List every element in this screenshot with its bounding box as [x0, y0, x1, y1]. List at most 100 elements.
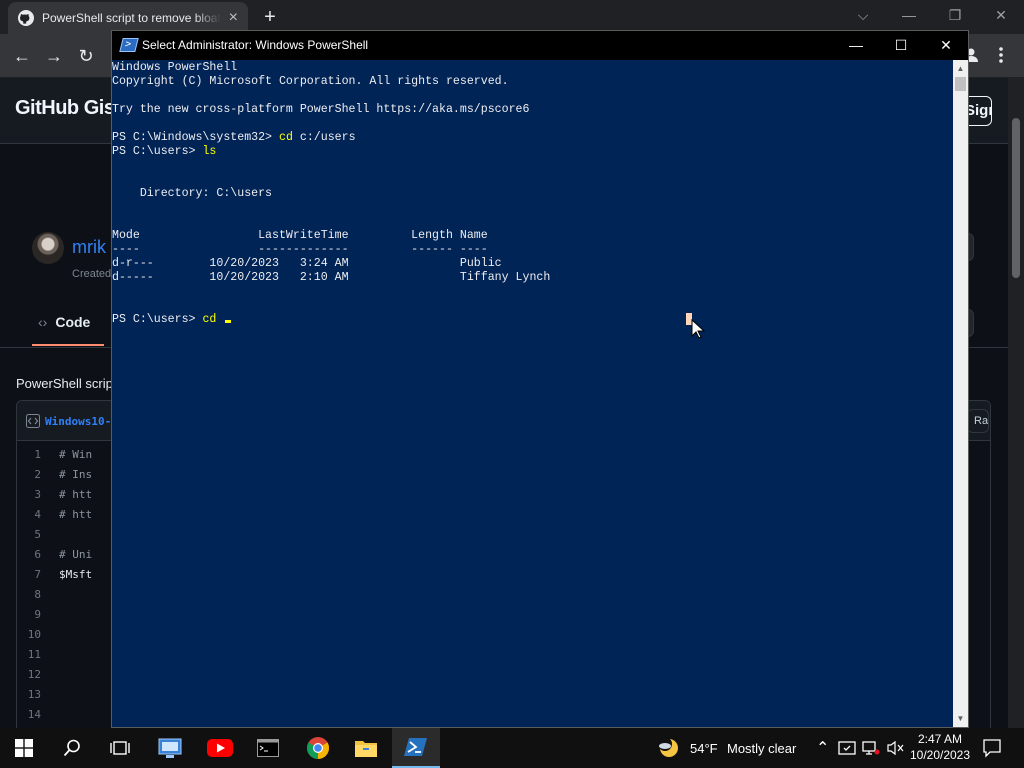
start-button[interactable] [0, 728, 48, 768]
task-view-button[interactable] [96, 728, 144, 768]
tray-chevron-icon[interactable]: ⌃ [816, 738, 829, 758]
weather-description[interactable]: Mostly clear [727, 741, 796, 756]
line-number[interactable]: 10 [17, 625, 59, 645]
taskbar-app-powershell[interactable] [392, 728, 440, 768]
browser-menu-icon[interactable] [996, 46, 1006, 64]
notification-center-icon[interactable] [982, 738, 1002, 758]
command-prompt-icon [257, 739, 279, 757]
tab-code[interactable]: ‹› Code [38, 314, 90, 330]
volume-muted-icon[interactable] [886, 740, 904, 756]
page-scrollbar-thumb[interactable] [1012, 118, 1020, 278]
weather-moon-icon[interactable] [656, 736, 682, 760]
powershell-scrollbar[interactable]: ▲ ▼ [953, 60, 968, 727]
gist-created-text: Created [72, 268, 112, 280]
powershell-console[interactable]: Windows PowerShell Copyright (C) Microso… [112, 60, 953, 727]
avatar[interactable] [32, 232, 64, 264]
powershell-scrollbar-thumb[interactable] [955, 77, 966, 91]
ps-minimize-button[interactable]: — [833, 31, 879, 60]
powershell-titlebar[interactable]: > Select Administrator: Windows PowerShe… [112, 31, 968, 60]
console-line: d-r--- 10/20/2023 3:24 AM Public [112, 257, 502, 270]
system-clock[interactable]: 2:47 AM 10/20/2023 [904, 731, 976, 763]
browser-tab-title: PowerShell script to remove bloatware [42, 11, 221, 25]
gist-file-name[interactable]: Windows10- [45, 415, 113, 428]
code-line: 7 $Msft [17, 565, 113, 585]
line-number[interactable]: 2 [17, 465, 59, 485]
tab-search-icon[interactable]: ⌵ [840, 0, 886, 30]
command-arg [216, 313, 223, 326]
task-view-icon [110, 741, 130, 755]
page-scrollbar[interactable] [1008, 78, 1024, 728]
code-line: 3 # htt [17, 485, 113, 505]
taskbar-app-cmd[interactable] [244, 728, 292, 768]
line-number[interactable]: 14 [17, 705, 59, 725]
line-number[interactable]: 13 [17, 685, 59, 705]
command-text: ls [202, 145, 217, 158]
console-cursor [225, 320, 232, 323]
forward-arrow-icon[interactable]: → [42, 44, 66, 68]
weather-temperature[interactable]: 54°F [690, 741, 718, 756]
console-line: Mode LastWriteTime Length Name [112, 229, 488, 242]
github-gist-logo[interactable]: GitHub Gist [15, 97, 111, 120]
taskbar-app-explorer[interactable] [342, 728, 390, 768]
taskbar-app-chrome[interactable] [294, 728, 342, 768]
tab-close-icon[interactable]: × [229, 9, 238, 27]
command-text: cd [278, 131, 293, 144]
search-button[interactable] [48, 728, 96, 768]
taskbar-app-youtube[interactable] [196, 728, 244, 768]
console-line: d----- 10/20/2023 2:10 AM Tiffany Lynch [112, 271, 551, 284]
tab-code-underline [32, 344, 104, 346]
youtube-icon [207, 739, 233, 757]
scroll-up-arrow-icon[interactable]: ▲ [953, 61, 968, 76]
console-prompt-line: PS C:\Windows\system32> cd c:/users [112, 131, 953, 145]
console-line: Windows PowerShell [112, 61, 238, 74]
security-tray-icon[interactable] [838, 740, 856, 756]
code-text: # htt [59, 508, 93, 521]
line-number[interactable]: 12 [17, 665, 59, 685]
scroll-down-arrow-icon[interactable]: ▼ [953, 711, 968, 726]
line-number[interactable]: 6 [17, 545, 59, 565]
powershell-icon: > [119, 38, 139, 52]
console-line: Directory: C:\users [112, 187, 273, 200]
new-tab-button[interactable]: + [258, 4, 282, 30]
console-prompt-line: PS C:\users> ls [112, 145, 953, 159]
browser-restore-button[interactable]: ❐ [932, 0, 978, 30]
browser-minimize-button[interactable]: — [886, 0, 932, 30]
ps-close-button[interactable]: ✕ [923, 31, 969, 60]
desktop-screen: PowerShell script to remove bloatware × … [0, 0, 1024, 768]
monitor-app-icon [158, 738, 182, 758]
line-number[interactable]: 9 [17, 605, 59, 625]
code-text: # Win [59, 448, 93, 461]
line-number[interactable]: 8 [17, 585, 59, 605]
line-number[interactable]: 3 [17, 485, 59, 505]
code-line: 6 # Uni [17, 545, 113, 565]
clock-date: 10/20/2023 [909, 748, 971, 762]
clock-time: 2:47 AM [917, 732, 963, 746]
line-number[interactable]: 5 [17, 525, 59, 545]
code-line: 5 [17, 525, 113, 545]
taskbar-app-remote[interactable] [146, 728, 194, 768]
line-number[interactable]: 4 [17, 505, 59, 525]
gist-description: PowerShell script [16, 376, 112, 391]
line-number[interactable]: 11 [17, 645, 59, 665]
ps-maximize-button[interactable]: ☐ [878, 31, 924, 60]
browser-close-button[interactable]: ✕ [978, 0, 1024, 30]
command-text: cd [202, 313, 217, 326]
code-line: 11 [17, 645, 113, 665]
windows-taskbar: 54°F Mostly clear ⌃ 2:47 AM 10/20/2023 [0, 728, 1024, 768]
code-text: # htt [59, 488, 93, 501]
raw-button[interactable]: Raw [967, 409, 989, 433]
line-number[interactable]: 1 [17, 445, 59, 465]
powershell-window[interactable]: > Select Administrator: Windows PowerShe… [111, 30, 969, 728]
folder-icon [355, 741, 377, 757]
network-tray-icon[interactable] [862, 740, 880, 756]
line-number[interactable]: 7 [17, 565, 59, 585]
reload-icon[interactable]: ↻ [74, 44, 98, 68]
back-arrow-icon[interactable]: ← [10, 44, 34, 68]
gist-owner-link[interactable]: mrik [72, 237, 112, 258]
console-line: Try the new cross-platform PowerShell ht… [112, 103, 530, 116]
